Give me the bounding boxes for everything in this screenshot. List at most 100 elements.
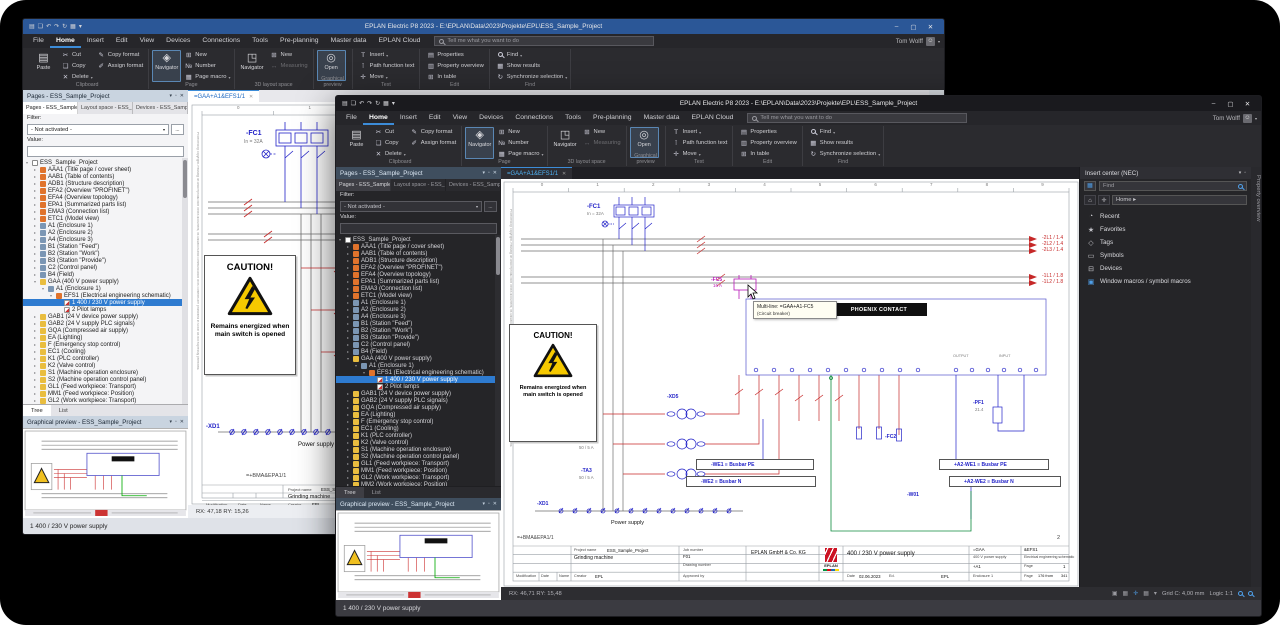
tree-item[interactable]: ▸ EPA1 (Summarized parts list) xyxy=(336,278,501,285)
tree-item[interactable]: ▸ C2 (Control panel) xyxy=(23,264,188,271)
qat-icon[interactable]: ▾ xyxy=(79,23,82,30)
tree-item[interactable]: ▸ F (Emergency stop control) xyxy=(23,341,188,348)
ribbon-button-small[interactable]: ⊞ New xyxy=(583,127,623,137)
tree-item[interactable]: ▸ EFA4 (Overview topology) xyxy=(336,271,501,278)
ribbon-tab[interactable]: View xyxy=(447,111,474,125)
ribbon-button-small[interactable]: ⊞ In table xyxy=(739,149,798,159)
insert-center-item[interactable]: ▣ Window macros / symbol macros xyxy=(1080,275,1251,288)
tree-list-tab[interactable]: List xyxy=(364,487,389,498)
ribbon-tab[interactable]: Tools xyxy=(559,111,587,125)
tree-item[interactable]: ▸ EMA3 (Connection list) xyxy=(23,208,188,215)
tree-item[interactable]: ▸ S2 (Machine operation control panel) xyxy=(336,453,501,460)
ribbon-tab[interactable]: Pre-planning xyxy=(274,34,325,48)
close-icon[interactable]: ✕ xyxy=(249,94,253,100)
close-icon[interactable]: ✕ xyxy=(493,501,497,507)
ribbon-tab[interactable]: View xyxy=(134,34,161,48)
panel-tab[interactable]: Layout space - ESS_Sa... xyxy=(391,179,446,191)
tree-item[interactable]: ▾ A1 (Enclosure 1) xyxy=(23,285,188,292)
dropdown-icon[interactable]: ▾ xyxy=(483,501,486,507)
tree-list-tab[interactable]: List xyxy=(51,405,76,416)
pin-icon[interactable]: ▫ xyxy=(488,170,490,176)
tree-item[interactable]: ▸ ADB1 (Structure description) xyxy=(336,257,501,264)
ribbon-tab[interactable]: Connections xyxy=(509,111,559,125)
zoom-out-icon[interactable] xyxy=(1248,591,1253,596)
tree-item[interactable]: ▸ B2 (Station "Work") xyxy=(336,327,501,334)
tree-item[interactable]: ▸ EFA4 (Overview topology) xyxy=(23,194,188,201)
dropdown-icon[interactable]: ▾ xyxy=(483,170,486,176)
back-icon[interactable]: ✛ xyxy=(1098,195,1110,205)
ribbon-button-large[interactable]: ◳ Navigator xyxy=(551,127,580,158)
filter-more-button[interactable]: ... xyxy=(171,124,184,135)
qat-icon[interactable]: ↻ xyxy=(375,100,380,107)
qat-icon[interactable]: ↷ xyxy=(367,100,372,107)
layers-icon[interactable]: ▦ xyxy=(1123,590,1129,597)
tree-item[interactable]: ▸ K1 (PLC controller) xyxy=(23,355,188,362)
tree-item[interactable]: ▸ GAB1 (24 V device power supply) xyxy=(336,390,501,397)
close-button[interactable]: ✕ xyxy=(1240,100,1255,108)
qat-icon[interactable]: ↻ xyxy=(62,23,67,30)
close-icon[interactable]: ✕ xyxy=(180,419,184,425)
ribbon-button-small[interactable]: ▦ Page macro ▾ xyxy=(184,72,230,82)
tree-item[interactable]: ▸ AAB1 (Table of contents) xyxy=(23,173,188,180)
tree-item[interactable]: ▸ ETC1 (Model view) xyxy=(23,215,188,222)
ribbon-button-large[interactable]: ▤ Paste xyxy=(29,50,58,82)
tree-item[interactable]: ▸ GL1 (Feed workpiece: Transport) xyxy=(336,460,501,467)
ribbon-button-small[interactable]: ↻ Synchronize selection ▾ xyxy=(809,149,880,159)
maximize-button[interactable]: ▢ xyxy=(1223,100,1238,108)
workspace-icon[interactable]: ▣ xyxy=(1112,590,1118,597)
qat-icon[interactable]: ▾ xyxy=(392,100,395,107)
tree-item[interactable]: ▸ B4 (Field) xyxy=(336,348,501,355)
close-button[interactable]: ✕ xyxy=(923,23,938,31)
pin-icon[interactable]: ▫ xyxy=(175,419,177,425)
tree-item[interactable]: ▸ GAB1 (24 V device power supply) xyxy=(23,313,188,320)
tree-item[interactable]: 2 Pilot lamps xyxy=(23,306,188,313)
ribbon-button-small[interactable]: ✐ Assign format xyxy=(410,138,458,148)
ribbon-tab[interactable]: Master data xyxy=(638,111,686,125)
insert-center-item[interactable]: ▭ Symbols xyxy=(1080,249,1251,262)
maximize-button[interactable]: ▢ xyxy=(906,23,921,31)
tree-item[interactable]: ▸ GL2 (Work workpiece: Transport) xyxy=(336,474,501,481)
tree-item[interactable]: ▸ A1 (Enclosure 1) xyxy=(23,222,188,229)
qat-icon[interactable]: ▦ xyxy=(383,100,389,107)
ribbon-button-small[interactable]: ▥ Property overview xyxy=(739,138,798,148)
tree-item[interactable]: ▸ MM1 (Feed workpiece: Position) xyxy=(336,467,501,474)
qat-icon[interactable]: ↷ xyxy=(54,23,59,30)
tree-item[interactable]: ▸ B4 (Field) xyxy=(23,271,188,278)
tree-item[interactable]: ▸ GAB2 (24 V supply PLC signals) xyxy=(336,397,501,404)
dropdown-icon[interactable]: ▾ xyxy=(1154,590,1157,597)
ribbon-button-small[interactable]: ⊞ New xyxy=(270,50,310,60)
qat-icon[interactable]: ❏ xyxy=(351,100,356,107)
pin-icon[interactable]: ▫ xyxy=(175,93,177,99)
ribbon-tab[interactable]: File xyxy=(340,111,363,125)
tree-item[interactable]: ▸ B3 (Station "Provide") xyxy=(23,257,188,264)
tree-item[interactable]: ▸ ADB1 (Structure description) xyxy=(23,180,188,187)
ribbon-button-large[interactable]: ▤ Paste xyxy=(342,127,371,159)
ribbon-button-small[interactable]: № Number xyxy=(184,61,230,71)
ribbon-button-small[interactable]: ✂ Cut xyxy=(61,50,93,60)
ribbon-button-large[interactable]: ◳ Navigator xyxy=(238,50,267,81)
tree-item[interactable]: ▸ AAA1 (Title page / cover sheet) xyxy=(336,243,501,250)
ribbon-button-small[interactable]: ▤ Properties xyxy=(739,127,798,137)
tree-item[interactable]: ▸ K2 (Valve control) xyxy=(23,362,188,369)
tree-item[interactable]: ▸ S2 (Machine operation control panel) xyxy=(23,376,188,383)
dropdown-icon[interactable]: ▾ xyxy=(170,93,173,99)
tree-scrollbar[interactable] xyxy=(182,158,188,404)
ribbon-button-small[interactable]: ▦ Page macro ▾ xyxy=(497,149,543,159)
ribbon-button-small[interactable]: ✂ Cut xyxy=(374,127,406,137)
graphical-preview[interactable] xyxy=(23,428,188,518)
insert-center-item[interactable]: ◔ Recent xyxy=(1080,210,1251,223)
filter-more-button[interactable]: ... xyxy=(484,201,497,212)
ribbon-button-small[interactable]: ↔ Measuring xyxy=(270,61,310,71)
tell-me-search[interactable]: Tell me what you want to do xyxy=(747,113,967,123)
panel-tab[interactable]: Layout space - ESS_Sa... xyxy=(78,102,133,114)
tree-item[interactable]: ▸ EA (Lighting) xyxy=(23,334,188,341)
tree-item[interactable]: ▾ ESS_Sample_Project xyxy=(336,236,501,243)
tree-item[interactable]: ▾ EFS1 (Electrical engineering schematic… xyxy=(23,292,188,299)
ribbon-tab[interactable]: EPLAN Cloud xyxy=(372,34,426,48)
panel-tab[interactable]: Devices - ESS_Sample_... xyxy=(446,179,501,191)
tree-item[interactable]: ▸ K2 (Valve control) xyxy=(336,439,501,446)
ribbon-button-small[interactable]: T Insert ▾ xyxy=(359,50,417,60)
tree-item[interactable]: ▸ A1 (Enclosure 1) xyxy=(336,299,501,306)
tree-list-tab[interactable]: Tree xyxy=(336,487,364,498)
qat-icon[interactable]: ↶ xyxy=(46,23,51,30)
